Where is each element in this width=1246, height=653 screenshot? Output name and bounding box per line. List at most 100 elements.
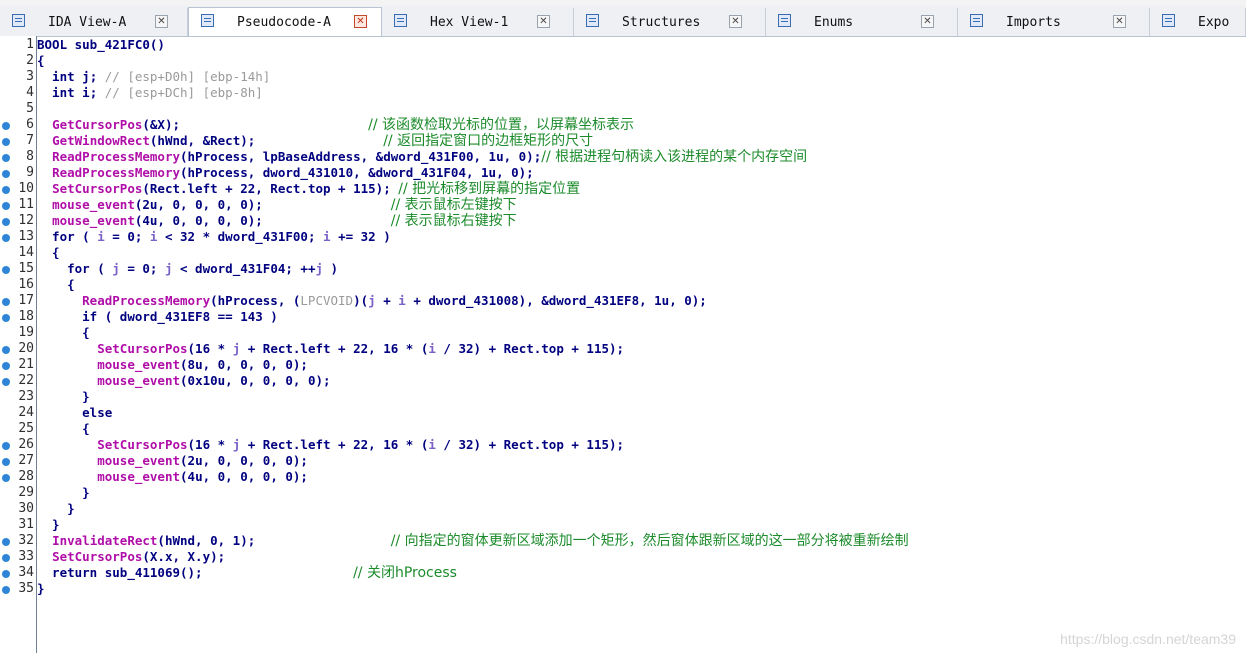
code-line[interactable]: 21 mouse_event(8u, 0, 0, 0, 0); [0, 357, 1246, 373]
breakpoint-dot-icon[interactable] [2, 362, 10, 370]
top-strip [0, 0, 1246, 6]
code-line[interactable]: 23 } [0, 389, 1246, 405]
code-token: i [428, 437, 436, 452]
code-text: GetWindowRect(hWnd, &Rect); // 返回指定窗口的边框… [37, 133, 593, 149]
breakpoint-dot-icon[interactable] [2, 234, 10, 242]
code-line[interactable]: 31 } [0, 517, 1246, 533]
code-token: SetCursorPos [52, 549, 143, 564]
code-token: i [398, 293, 406, 308]
close-tab-icon[interactable]: ✕ [354, 15, 367, 28]
imports-icon [970, 14, 983, 27]
breakpoint-dot-icon[interactable] [2, 378, 10, 386]
breakpoint-dot-icon[interactable] [2, 442, 10, 450]
close-tab-icon[interactable]: ✕ [921, 15, 934, 28]
tab-pseudocode-a[interactable]: Pseudocode-A ✕ [188, 7, 382, 36]
tab-enums[interactable]: Enums ✕ [766, 8, 958, 36]
code-token: j [112, 261, 120, 276]
code-token: ReadProcessMemory [52, 165, 180, 180]
tab-hex-view-1[interactable]: Hex View-1 ✕ [382, 8, 574, 36]
code-token: { [37, 245, 60, 260]
code-line[interactable]: 18 if ( dword_431EF8 == 143 ) [0, 309, 1246, 325]
code-line[interactable]: 30 } [0, 501, 1246, 517]
breakpoint-dot-icon[interactable] [2, 170, 10, 178]
code-line[interactable]: 16 { [0, 277, 1246, 293]
breakpoint-dot-icon[interactable] [2, 186, 10, 194]
breakpoint-dot-icon[interactable] [2, 538, 10, 546]
code-line[interactable]: 20 SetCursorPos(16 * j + Rect.left + 22,… [0, 341, 1246, 357]
code-line[interactable]: 34 return sub_411069(); // 关闭hProcess [0, 565, 1246, 581]
code-line[interactable]: 7 GetWindowRect(hWnd, &Rect); // 返回指定窗口的… [0, 133, 1246, 149]
code-line[interactable]: 27 mouse_event(2u, 0, 0, 0, 0); [0, 453, 1246, 469]
code-token: (4u, 0, 0, 0, 0); [180, 469, 308, 484]
code-line[interactable]: 22 mouse_event(0x10u, 0, 0, 0, 0); [0, 373, 1246, 389]
code-line[interactable]: 17 ReadProcessMemory(hProcess, (LPCVOID)… [0, 293, 1246, 309]
code-line[interactable]: 13 for ( i = 0; i < 32 * dword_431F00; i… [0, 229, 1246, 245]
line-number: 14 [18, 245, 34, 260]
breakpoint-dot-icon[interactable] [2, 218, 10, 226]
code-line[interactable]: 4 int i; // [esp+DCh] [ebp-8h] [0, 85, 1246, 101]
close-tab-icon[interactable]: ✕ [155, 15, 168, 28]
breakpoint-dot-icon[interactable] [2, 474, 10, 482]
tab-structures[interactable]: Structures ✕ [574, 8, 766, 36]
code-token: (8u, 0, 0, 0, 0); [180, 357, 308, 372]
breakpoint-dot-icon[interactable] [2, 298, 10, 306]
breakpoint-dot-icon[interactable] [2, 154, 10, 162]
code-text: } [37, 517, 60, 533]
code-line[interactable]: 33 SetCursorPos(X.x, X.y); [0, 549, 1246, 565]
code-text: ReadProcessMemory(hProcess, lpBaseAddres… [37, 149, 807, 165]
code-line[interactable]: 25 { [0, 421, 1246, 437]
close-tab-icon[interactable]: ✕ [537, 15, 550, 28]
breakpoint-dot-icon[interactable] [2, 570, 10, 578]
code-line[interactable]: 32 InvalidateRect(hWnd, 0, 1); // 向指定的窗体… [0, 533, 1246, 549]
close-tab-icon[interactable]: ✕ [1113, 15, 1126, 28]
code-line[interactable]: 10 SetCursorPos(Rect.left + 22, Rect.top… [0, 181, 1246, 197]
code-line[interactable]: 6 GetCursorPos(&X); // 该函数检取光标的位置，以屏幕坐标表… [0, 117, 1246, 133]
code-token: < dword_431F04; ++ [172, 261, 316, 276]
line-number: 17 [18, 293, 34, 308]
breakpoint-dot-icon[interactable] [2, 586, 10, 594]
code-line[interactable]: 19 { [0, 325, 1246, 341]
code-line[interactable]: 14 { [0, 245, 1246, 261]
code-line[interactable]: 5 [0, 101, 1246, 117]
code-line[interactable]: 24 else [0, 405, 1246, 421]
code-line[interactable]: 9 ReadProcessMemory(hProcess, dword_4310… [0, 165, 1246, 181]
code-line[interactable]: 8 ReadProcessMemory(hProcess, lpBaseAddr… [0, 149, 1246, 165]
breakpoint-dot-icon[interactable] [2, 314, 10, 322]
breakpoint-dot-icon[interactable] [2, 458, 10, 466]
code-line[interactable]: 35} [0, 581, 1246, 597]
line-number: 28 [18, 469, 34, 484]
code-line[interactable]: 12 mouse_event(4u, 0, 0, 0, 0); // 表示鼠标右… [0, 213, 1246, 229]
code-token: { [37, 277, 75, 292]
breakpoint-dot-icon[interactable] [2, 202, 10, 210]
line-number: 32 [18, 533, 34, 548]
code-token: // 向指定的窗体更新区域添加一个矩形，然后窗体跟新区域的这一部分将被重新绘制 [390, 533, 909, 549]
code-token: mouse_event [52, 197, 135, 212]
line-number: 15 [18, 261, 34, 276]
code-token: (X.x, X.y); [142, 549, 226, 564]
breakpoint-dot-icon[interactable] [2, 346, 10, 354]
breakpoint-dot-icon[interactable] [2, 138, 10, 146]
code-line[interactable]: 15 for ( j = 0; j < dword_431F04; ++j ) [0, 261, 1246, 277]
code-line[interactable]: 2{ [0, 53, 1246, 69]
tab-expo[interactable]: Expo [1150, 8, 1246, 36]
line-number: 2 [26, 53, 34, 68]
code-token: / 32) + Rect.top + 115); [435, 437, 625, 452]
code-line[interactable]: 29 } [0, 485, 1246, 501]
breakpoint-dot-icon[interactable] [2, 122, 10, 130]
code-token: (hWnd, 0, 1); [157, 533, 391, 548]
breakpoint-dot-icon[interactable] [2, 554, 10, 562]
tab-ida-view-a[interactable]: IDA View-A ✕ [0, 8, 188, 36]
breakpoint-dot-icon[interactable] [2, 266, 10, 274]
close-tab-icon[interactable]: ✕ [729, 15, 742, 28]
code-line[interactable]: 11 mouse_event(2u, 0, 0, 0, 0); // 表示鼠标左… [0, 197, 1246, 213]
code-line[interactable]: 1 BOOL sub_421FC0() [0, 37, 1246, 53]
code-token: (0x10u, 0, 0, 0, 0); [180, 373, 331, 388]
code-line[interactable]: 3 int j; // [esp+D0h] [ebp-14h] [0, 69, 1246, 85]
code-line[interactable]: 28 mouse_event(4u, 0, 0, 0, 0); [0, 469, 1246, 485]
tab-imports[interactable]: Imports ✕ [958, 8, 1150, 36]
code-line[interactable]: 26 SetCursorPos(16 * j + Rect.left + 22,… [0, 437, 1246, 453]
